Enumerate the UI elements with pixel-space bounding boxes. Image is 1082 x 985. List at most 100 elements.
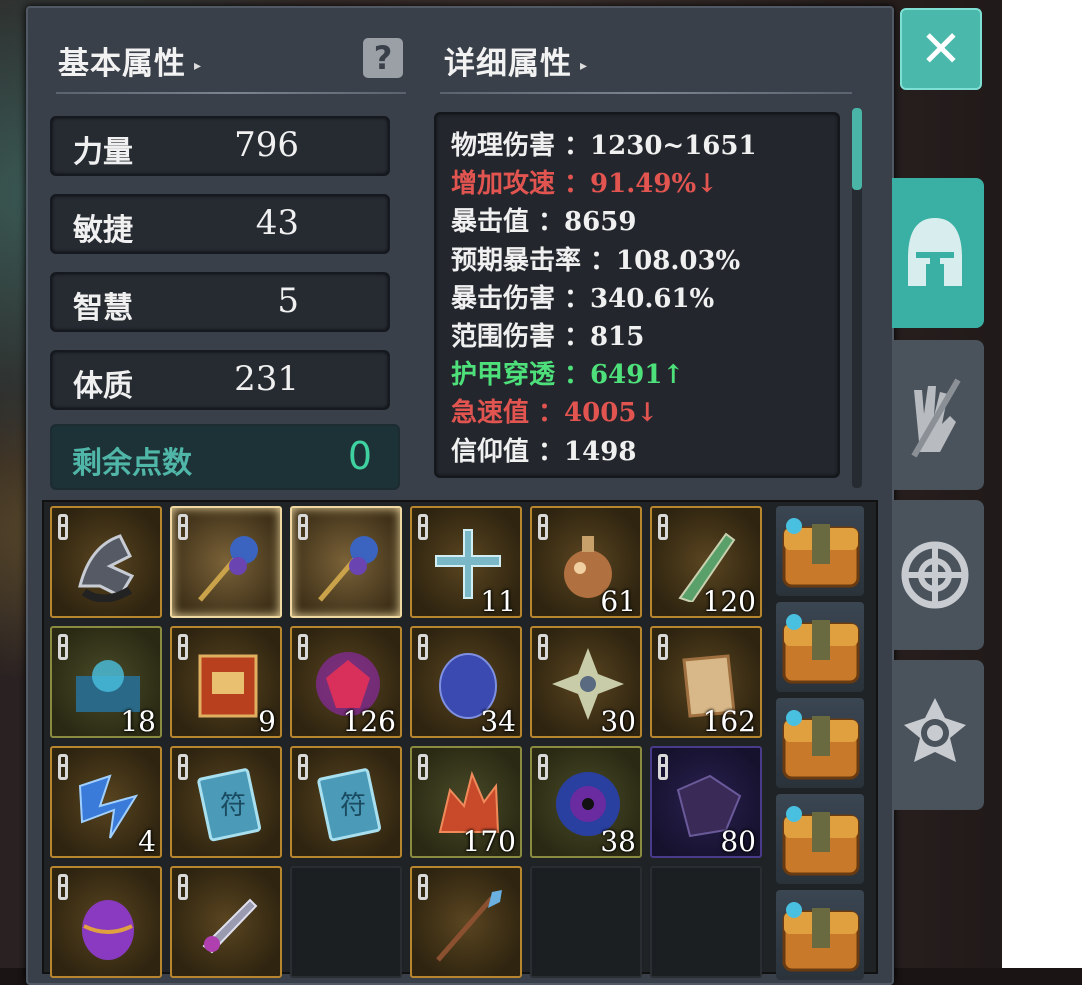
inventory-slot[interactable]: [290, 866, 402, 978]
inventory-slot[interactable]: 符: [170, 746, 282, 858]
detail-attribute-row: 护甲穿透 ：6491↑: [451, 360, 685, 391]
tab-gloves[interactable]: [892, 340, 984, 490]
bag-icon: [782, 710, 860, 780]
lock-icon: [658, 634, 668, 660]
inventory-slot[interactable]: [50, 866, 162, 978]
purple-egg-icon: [82, 900, 134, 960]
lock-icon: [538, 634, 548, 660]
remaining-points-value: 0: [347, 434, 372, 478]
remaining-points-row: 剩余点数 0: [50, 424, 400, 490]
lock-icon: [298, 634, 308, 660]
inventory-slot[interactable]: [410, 866, 522, 978]
detail-attributes-header[interactable]: 详细属性 ▸: [444, 38, 588, 83]
item-count: 162: [702, 705, 756, 738]
item-count: 120: [702, 585, 756, 618]
detail-attribute-row: 物理伤害 ：1230~1651: [451, 131, 757, 161]
staff-icon: [318, 536, 378, 602]
stat-row-wisdom: 智慧 5: [50, 272, 390, 332]
inventory-slot[interactable]: 61: [530, 506, 642, 618]
item-count: 170: [462, 825, 516, 858]
lock-icon: [178, 874, 188, 900]
inventory-slot[interactable]: 80: [650, 746, 762, 858]
close-button[interactable]: ✕: [900, 8, 982, 90]
lock-icon: [298, 754, 308, 780]
lock-icon: [538, 514, 548, 540]
inventory-slot[interactable]: [290, 506, 402, 618]
lock-icon: [418, 874, 428, 900]
item-count: 11: [480, 585, 516, 618]
item-count: 126: [342, 705, 396, 738]
stat-name: 力量: [73, 135, 133, 170]
chained-blade-icon: [202, 898, 258, 954]
inventory-slot[interactable]: 126: [290, 626, 402, 738]
stat-row-strength: 力量 796: [50, 116, 390, 176]
inventory-slot[interactable]: 162: [650, 626, 762, 738]
bag-slot[interactable]: [776, 506, 864, 596]
item-count: 4: [138, 825, 156, 858]
remaining-points-label: 剩余点数: [72, 446, 192, 481]
svg-text:符: 符: [220, 791, 246, 821]
bag-slot[interactable]: [776, 602, 864, 692]
gear-settings-icon: [904, 698, 966, 762]
inventory-slot[interactable]: 120: [650, 506, 762, 618]
inventory-slot[interactable]: [530, 866, 642, 978]
item-count: 18: [120, 705, 156, 738]
item-count: 61: [600, 585, 636, 618]
detail-attributes-list[interactable]: 物理伤害 ：1230~1651 增加攻速 ：91.49%↓ 暴击值 ：8659 预期暴…: [434, 112, 840, 478]
detail-attribute-row: 增加攻速 ：91.49%↓: [451, 169, 718, 200]
target-icon: [901, 541, 969, 609]
inventory-slot[interactable]: [650, 866, 762, 978]
lock-icon: [418, 514, 428, 540]
inventory-slot[interactable]: 符: [290, 746, 402, 858]
item-count: 38: [600, 825, 636, 858]
stat-value: 231: [234, 359, 299, 399]
lock-icon: [58, 514, 68, 540]
tab-gear-settings[interactable]: [892, 660, 984, 810]
inventory-slot[interactable]: [170, 506, 282, 618]
tab-equipment[interactable]: [892, 178, 984, 328]
bag-slot[interactable]: [776, 794, 864, 884]
helmet-icon: [908, 218, 962, 286]
bag-icon: [782, 614, 860, 684]
detail-attribute-row: 急速值 ：4005↓: [451, 398, 659, 429]
inventory-slot[interactable]: 11: [410, 506, 522, 618]
bag-slot[interactable]: [776, 698, 864, 788]
item-count: 80: [720, 825, 756, 858]
lock-icon: [418, 634, 428, 660]
lock-icon: [58, 874, 68, 900]
tab-target[interactable]: [892, 500, 984, 650]
inventory-slot[interactable]: 18: [50, 626, 162, 738]
inventory-slot[interactable]: 9: [170, 626, 282, 738]
staff-icon: [198, 536, 258, 602]
stat-row-agility: 敏捷 43: [50, 194, 390, 254]
lock-icon: [178, 514, 188, 540]
inventory-slot[interactable]: 30: [530, 626, 642, 738]
help-icon[interactable]: ?: [363, 38, 403, 78]
screen-edge: [1002, 0, 1082, 968]
lock-icon: [178, 754, 188, 780]
inventory-grid: 11 61 120 18 9 126 34 30 162 4 符 符 170 38 80: [42, 500, 878, 978]
inventory-slot[interactable]: 38: [530, 746, 642, 858]
item-count: 30: [600, 705, 636, 738]
detail-attribute-row: 暴击值 ：8659: [451, 207, 637, 238]
bag-slot[interactable]: [776, 890, 864, 980]
item-count: 34: [480, 705, 516, 738]
divider: [440, 92, 852, 94]
red-scroll-icon: [198, 654, 258, 718]
inventory-slot[interactable]: 34: [410, 626, 522, 738]
inventory-slot[interactable]: [50, 506, 162, 618]
basic-attributes-header[interactable]: 基本属性 ▸: [58, 38, 202, 83]
stat-value: 5: [277, 281, 299, 321]
lock-icon: [658, 754, 668, 780]
inventory-slot[interactable]: [170, 866, 282, 978]
inventory-slot[interactable]: 170: [410, 746, 522, 858]
detail-scrollbar-thumb[interactable]: [852, 108, 862, 190]
inventory-slot[interactable]: 4: [50, 746, 162, 858]
spear-icon: [436, 890, 502, 962]
claw-weapon-icon: [78, 534, 135, 602]
rune-card-icon: 符: [197, 768, 262, 842]
divider: [56, 92, 406, 94]
stat-row-constitution: 体质 231: [50, 350, 390, 410]
stat-name: 敏捷: [73, 213, 133, 248]
bag-icon: [782, 902, 860, 972]
